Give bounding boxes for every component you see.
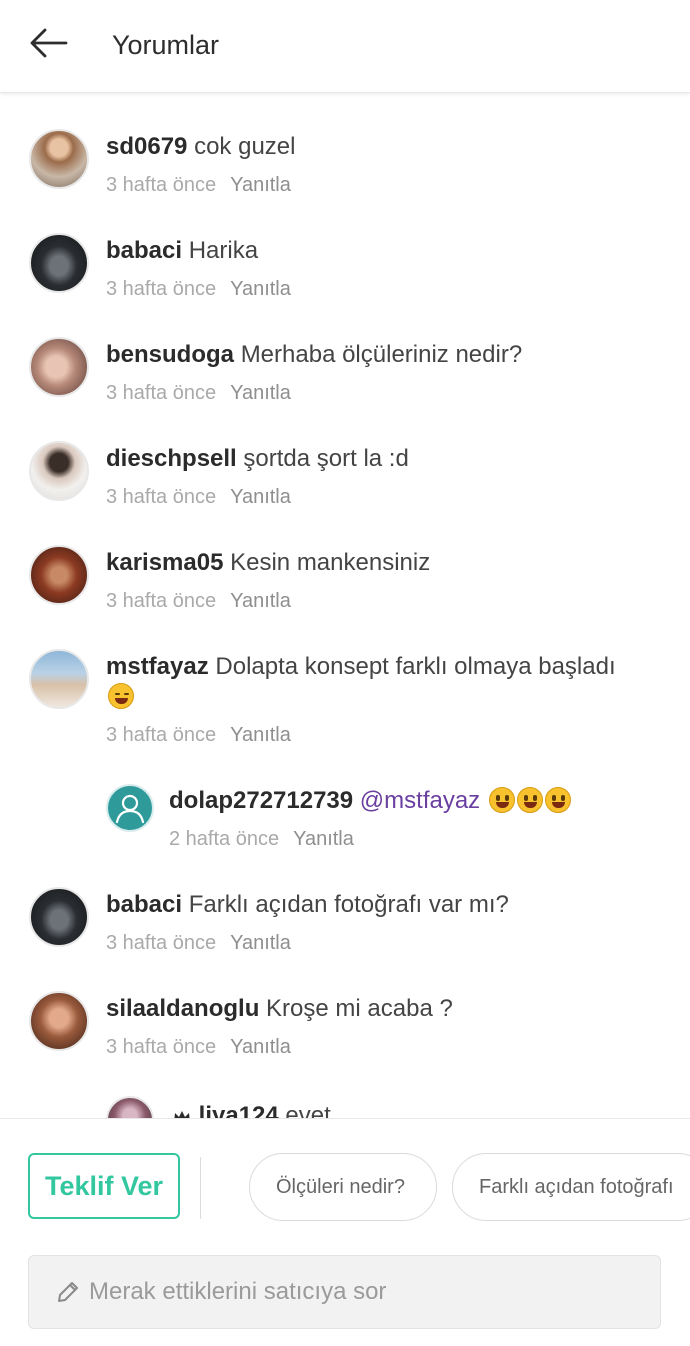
reply-button[interactable]: Yanıtla (230, 590, 291, 612)
user-avatar[interactable] (29, 337, 89, 397)
reply-button[interactable]: Yanıtla (230, 278, 291, 300)
comment-meta: 3 hafta önce Yanıtla (106, 278, 291, 301)
comment-text: dieschpsell şortda şort la :d (106, 444, 666, 474)
default-user-avatar-icon[interactable] (106, 784, 154, 832)
comment-meta: 3 hafta önce Yanıtla (106, 174, 291, 197)
reply-button[interactable]: Yanıtla (230, 382, 291, 404)
smiley-emoji-icon (488, 787, 515, 813)
user-avatar[interactable] (29, 233, 89, 293)
user-avatar[interactable] (29, 649, 89, 709)
user-avatar[interactable] (29, 887, 89, 947)
quick-question-chip[interactable]: Farklı açıdan fotoğrafı (452, 1153, 690, 1221)
comment-list[interactable]: sd0679 cok guzel 3 hafta önce Yanıtla bab… (0, 93, 690, 1118)
reply-button[interactable]: Yanıtla (230, 932, 291, 954)
comment-body: cok guzel (194, 133, 296, 160)
comment-meta: 3 hafta önce Yanıtla (106, 382, 291, 405)
comment-username[interactable]: dieschpsell (106, 445, 237, 472)
comment-text: babaci Farklı açıdan fotoğrafı var mı? (106, 890, 666, 920)
comment-body: evet (285, 1102, 331, 1118)
comment-time: 3 hafta önce (106, 486, 217, 508)
comment-text: liya124 evet (172, 1101, 652, 1118)
ask-seller-input[interactable]: Merak ettiklerini satıcıya sor (28, 1255, 661, 1329)
comment-username[interactable]: babaci (106, 237, 182, 264)
comment-username[interactable]: mstfayaz (106, 653, 209, 680)
comment-meta: 3 hafta önce Yanıtla (106, 590, 291, 613)
bottom-action-bar: Teklif Ver Ölçüleri nedir? Farklı açıdan… (0, 1118, 690, 1346)
comment-body: Kesin mankensiniz (230, 549, 431, 576)
smiley-emoji-icon (516, 787, 543, 813)
comment-username[interactable]: karisma05 (106, 549, 223, 576)
comment-time: 3 hafta önce (106, 724, 217, 746)
comment-text: silaaldanoglu Kroşe mi acaba ? (106, 994, 666, 1024)
comment-text: mstfayaz Dolapta konsept farklı olmaya b… (106, 652, 646, 712)
comment-text: babaci Harika (106, 236, 666, 266)
comment-username[interactable]: bensudoga (106, 341, 234, 368)
comment-username[interactable]: silaaldanoglu (106, 995, 259, 1022)
comment-meta: 3 hafta önce Yanıtla (106, 486, 291, 509)
reply-button[interactable]: Yanıtla (230, 486, 291, 508)
comment-meta: 3 hafta önce Yanıtla (106, 1036, 291, 1059)
user-avatar[interactable] (29, 441, 89, 501)
comment-body: Merhaba ölçüleriniz nedir? (240, 341, 523, 368)
ask-seller-placeholder: Merak ettiklerini satıcıya sor (89, 1278, 387, 1305)
smiley-emoji-icon (544, 787, 571, 813)
divider (200, 1157, 201, 1219)
comment-text: sd0679 cok guzel (106, 132, 666, 162)
page-title: Yorumlar (112, 30, 220, 60)
comment-time: 3 hafta önce (106, 932, 217, 954)
comment-username[interactable]: sd0679 (106, 133, 187, 160)
user-avatar[interactable] (29, 545, 89, 605)
comment-username[interactable]: dolap272712739 (169, 787, 353, 814)
comment-time: 3 hafta önce (106, 382, 217, 404)
app-header: Yorumlar (0, 0, 690, 93)
mention-link[interactable]: @mstfayaz (360, 787, 480, 814)
reply-button[interactable]: Yanıtla (293, 828, 354, 850)
comment-time: 3 hafta önce (106, 590, 217, 612)
comment-body: Harika (188, 237, 259, 264)
comment-body: Farklı açıdan fotoğrafı var mı? (188, 891, 509, 918)
comment-meta: 3 hafta önce Yanıtla (106, 724, 291, 747)
comment-username[interactable]: liya124 (199, 1102, 279, 1118)
comment-time: 3 hafta önce (106, 278, 217, 300)
comment-meta: 2 hafta önce Yanıtla (169, 828, 354, 851)
comment-meta: 3 hafta önce Yanıtla (106, 932, 291, 955)
crown-icon (172, 1104, 192, 1118)
user-avatar[interactable] (106, 1096, 154, 1118)
user-avatar[interactable] (29, 129, 89, 189)
comment-text: karisma05 Kesin mankensiniz (106, 548, 666, 578)
comment-username[interactable]: babaci (106, 891, 182, 918)
comment-text: dolap272712739 @mstfayaz (169, 786, 669, 816)
comment-body: Kroşe mi acaba ? (266, 995, 453, 1022)
reply-button[interactable]: Yanıtla (230, 724, 291, 746)
pencil-icon (55, 1279, 81, 1305)
user-avatar[interactable] (29, 991, 89, 1051)
make-offer-button[interactable]: Teklif Ver (28, 1153, 180, 1219)
comment-text: bensudoga Merhaba ölçüleriniz nedir? (106, 340, 666, 370)
reply-button[interactable]: Yanıtla (230, 174, 291, 196)
quick-question-chip[interactable]: Ölçüleri nedir? (249, 1153, 437, 1221)
comment-time: 2 hafta önce (169, 828, 280, 850)
comment-time: 3 hafta önce (106, 1036, 217, 1058)
comment-time: 3 hafta önce (106, 174, 217, 196)
reply-button[interactable]: Yanıtla (230, 1036, 291, 1058)
comment-body: Dolapta konsept farklı olmaya başladı (215, 653, 616, 680)
back-arrow-icon[interactable] (28, 26, 70, 60)
wink-emoji-icon (108, 683, 134, 709)
comment-body: şortda şort la :d (243, 445, 409, 472)
